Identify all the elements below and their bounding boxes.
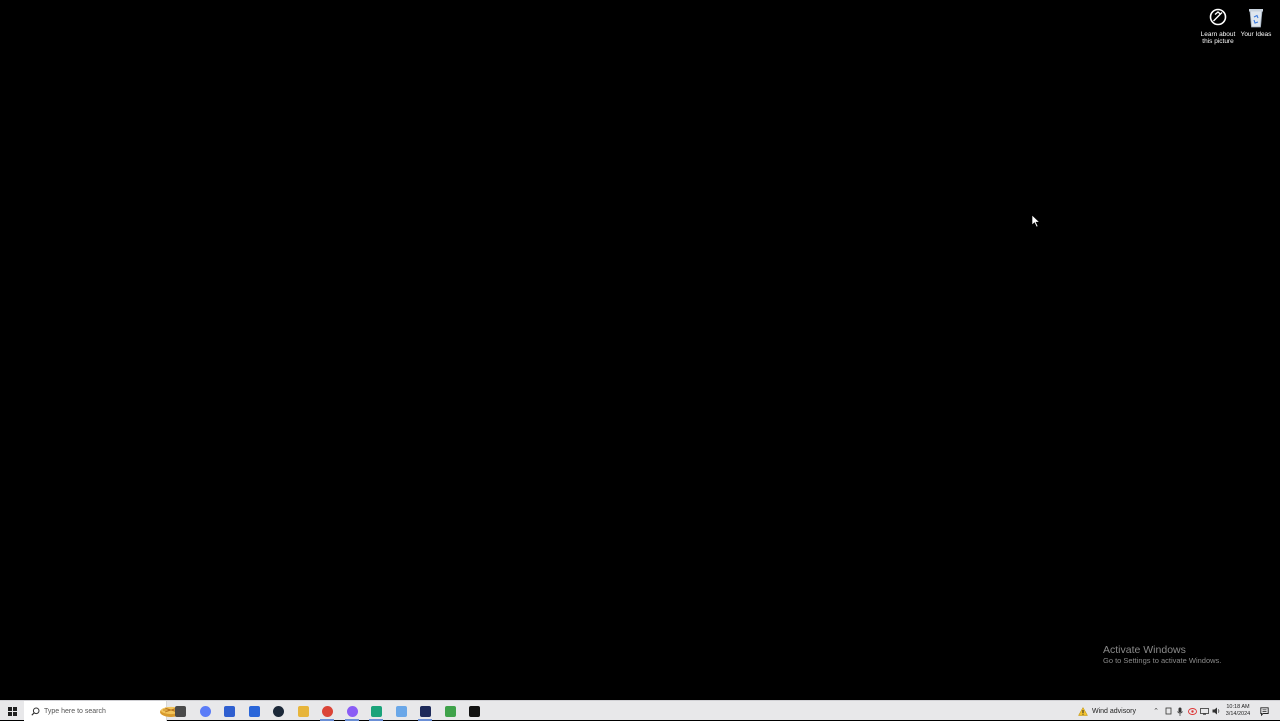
tray-volume[interactable] — [1210, 701, 1222, 721]
taskbar-app-terminal-app[interactable] — [413, 701, 437, 721]
desktop-icon-your-ideas[interactable]: Your Ideas — [1236, 4, 1276, 38]
search-icon — [31, 707, 40, 716]
recycle-bin-icon — [1249, 9, 1263, 28]
messenger-icon — [346, 705, 358, 717]
watermark-title: Activate Windows — [1103, 644, 1186, 656]
chevron-up-icon: ⌃ — [1153, 708, 1159, 715]
taskbar-app-task-view[interactable] — [168, 701, 192, 721]
meta-icon — [248, 705, 260, 717]
volume-icon — [1212, 707, 1219, 715]
clock[interactable]: 10:18 AM 3/14/2024 — [1222, 701, 1254, 721]
mouse-cursor-icon — [1031, 214, 1041, 228]
blue-app-icon — [223, 705, 235, 717]
copilot-icon — [199, 705, 211, 717]
weather-widget[interactable]: Wind advisory — [1078, 701, 1148, 721]
notification-icon — [1259, 706, 1269, 716]
activate-windows-watermark: Activate Windows Go to Settings to activ… — [1103, 644, 1221, 666]
tray-nvidia[interactable] — [1186, 701, 1198, 721]
android-icon — [370, 705, 382, 717]
mic-icon — [1177, 707, 1183, 716]
taskbar-app-blue-app[interactable] — [217, 701, 241, 721]
clock-time: 10:18 AM — [1226, 704, 1250, 710]
diamond-icon — [395, 705, 407, 717]
windows-start-icon — [7, 706, 17, 716]
info-circle-icon — [1209, 8, 1227, 26]
nvidia-icon — [1187, 707, 1197, 715]
watermark-subtitle: Go to Settings to activate Windows. — [1103, 656, 1222, 665]
warning-icon — [1078, 706, 1088, 716]
search-box[interactable]: Type here to search — [24, 701, 182, 721]
network-icon — [1199, 707, 1209, 715]
taskbar-app-copilot[interactable] — [193, 701, 217, 721]
desktop-icon-label: Your Ideas — [1240, 31, 1272, 38]
desktop-icon-label: Learn about this picture — [1200, 31, 1236, 45]
start-button[interactable] — [0, 701, 24, 721]
task-view-icon — [174, 705, 186, 717]
search-input[interactable]: Type here to search — [44, 708, 106, 715]
taskbar-app-file-explorer[interactable] — [291, 701, 315, 721]
terminal-icon — [419, 705, 431, 717]
taskbar-app-chrome[interactable] — [315, 701, 339, 721]
desktop: Learn about this picture Your Ideas Acti… — [0, 0, 1280, 700]
taskbar: Type here to search Wind advisory ⌃ 10:1… — [0, 700, 1280, 721]
taskbar-app-diamond-app[interactable] — [389, 701, 413, 721]
taskbar-app-meta[interactable] — [242, 701, 266, 721]
taskbar-app-tiktok[interactable] — [462, 701, 486, 721]
tray-usb[interactable] — [1162, 701, 1174, 721]
desktop-icon-learn-about-picture[interactable]: Learn about this picture — [1198, 4, 1238, 45]
show-hidden-icons-button[interactable]: ⌃ — [1150, 701, 1162, 721]
weather-text: Wind advisory — [1092, 707, 1136, 715]
clock-date: 3/14/2024 — [1225, 711, 1251, 717]
taskbar-app-minecraft[interactable] — [438, 701, 462, 721]
usb-icon — [1165, 707, 1171, 715]
notification-center-button[interactable] — [1256, 701, 1272, 721]
tray-mic[interactable] — [1174, 701, 1186, 721]
taskbar-app-steam[interactable] — [266, 701, 290, 721]
tiktok-icon — [468, 705, 480, 717]
taskbar-app-android-app[interactable] — [364, 701, 388, 721]
tray-network[interactable] — [1198, 701, 1210, 721]
folder-icon — [297, 705, 309, 717]
chrome-icon — [321, 705, 333, 717]
steam-icon — [272, 705, 284, 717]
taskbar-app-messenger[interactable] — [340, 701, 364, 721]
minecraft-icon — [444, 705, 456, 717]
